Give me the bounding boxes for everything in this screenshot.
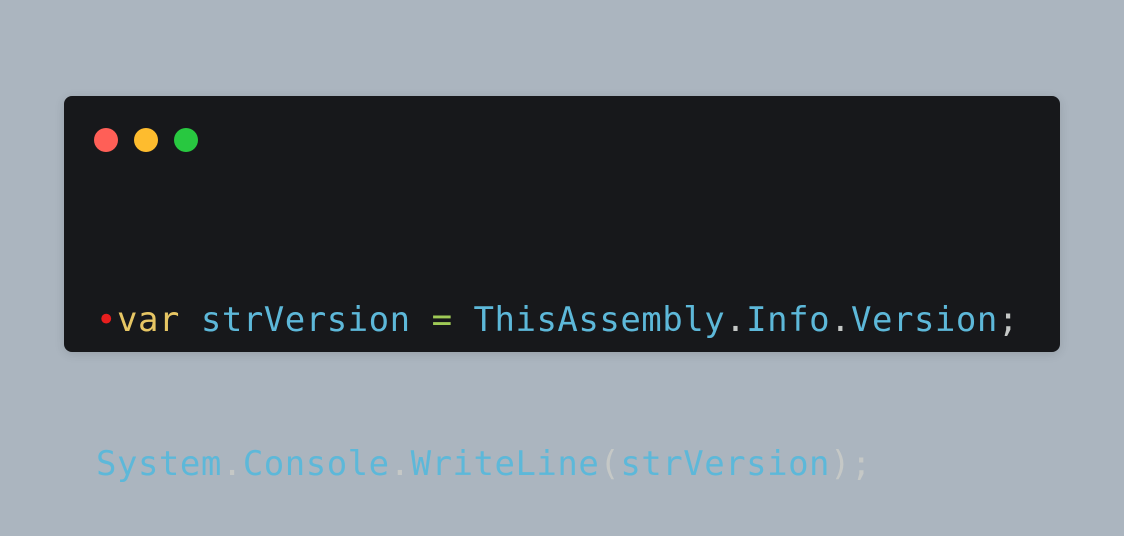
code-line-2: System.Console.WriteLine(strVersion);: [96, 440, 1056, 488]
member-name: Version: [851, 300, 998, 340]
line-marker: •: [96, 300, 117, 340]
semicolon: ;: [851, 444, 872, 484]
code-line-1: •var strVersion = ThisAssembly.Info.Vers…: [96, 296, 1056, 344]
dot: .: [389, 444, 411, 484]
close-paren: ): [830, 444, 851, 484]
variable-name: strVersion: [200, 300, 411, 340]
open-paren: (: [599, 444, 621, 484]
member-name: Info: [746, 300, 831, 340]
argument-name: strVersion: [620, 444, 831, 484]
class-name: Console: [242, 444, 390, 484]
dot: .: [830, 300, 852, 340]
namespace-name: System: [96, 444, 222, 484]
class-name: ThisAssembly: [473, 300, 726, 340]
dot: .: [221, 444, 243, 484]
dot: .: [725, 300, 747, 340]
semicolon: ;: [997, 300, 1019, 340]
method-name: WriteLine: [410, 444, 600, 484]
window-controls: [94, 128, 198, 152]
code-block: •var strVersion = ThisAssembly.Info.Vers…: [96, 200, 1056, 536]
assignment-operator: =: [431, 300, 453, 340]
close-window-dot[interactable]: [94, 128, 118, 152]
keyword-var: var: [116, 300, 180, 340]
maximize-window-dot[interactable]: [174, 128, 198, 152]
minimize-window-dot[interactable]: [134, 128, 158, 152]
